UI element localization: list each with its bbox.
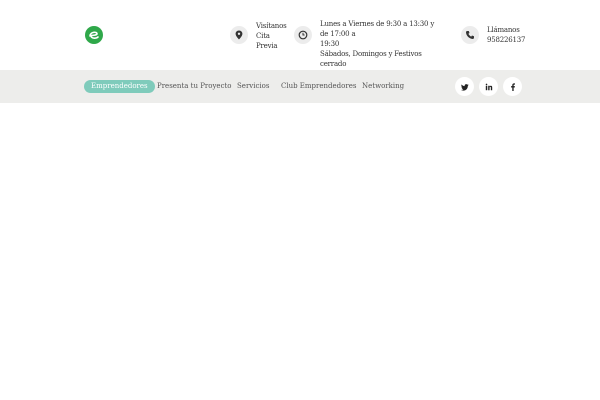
leaf-e-logo[interactable] [85, 26, 103, 44]
nav-item-networking[interactable]: Networking [362, 80, 404, 93]
facebook-icon [510, 82, 515, 91]
twitter-button[interactable] [455, 77, 474, 96]
call-label: Llámanos [487, 26, 520, 34]
twitter-icon [460, 83, 469, 91]
call-info: Llámanos 958226137 [461, 25, 525, 45]
linkedin-button[interactable] [479, 77, 498, 96]
hours-line: Sábados, Domingos y Festivos cerrado [320, 50, 422, 68]
site-header: Visítanos Cita Previa Lunes a Viernes de… [0, 0, 600, 70]
visit-line: Visítanos [256, 22, 287, 30]
nav-item-club-emprendedores[interactable]: Club Emprendedores [281, 80, 356, 93]
visit-line: Cita [256, 32, 270, 40]
visit-info: Visítanos Cita Previa [230, 21, 287, 51]
logo-mark-icon [89, 31, 99, 39]
nav-item-servicios[interactable]: Servicios [237, 80, 269, 93]
clock-icon [294, 26, 312, 44]
nav-item-presenta-tu-proyecto[interactable]: Presenta tu Proyecto [157, 80, 232, 93]
hours-line: 19:30 [320, 40, 340, 48]
hours-text: Lunes a Viernes de 9:30 a 13:30 y de 17:… [320, 19, 444, 69]
phone-number-link[interactable]: 958226137 [487, 35, 525, 45]
phone-icon[interactable] [461, 26, 479, 44]
nav-item-emprendedores[interactable]: Emprendedores [84, 80, 155, 93]
visit-text: Visítanos Cita Previa [256, 21, 287, 51]
location-pin-icon [230, 26, 248, 44]
hours-line: Lunes a Viernes de 9:30 a 13:30 y de 17:… [320, 20, 435, 38]
linkedin-icon [485, 83, 492, 90]
hours-info: Lunes a Viernes de 9:30 a 13:30 y de 17:… [294, 19, 444, 69]
facebook-button[interactable] [503, 77, 522, 96]
visit-line: Previa [256, 42, 278, 50]
call-text: Llámanos 958226137 [487, 25, 525, 45]
